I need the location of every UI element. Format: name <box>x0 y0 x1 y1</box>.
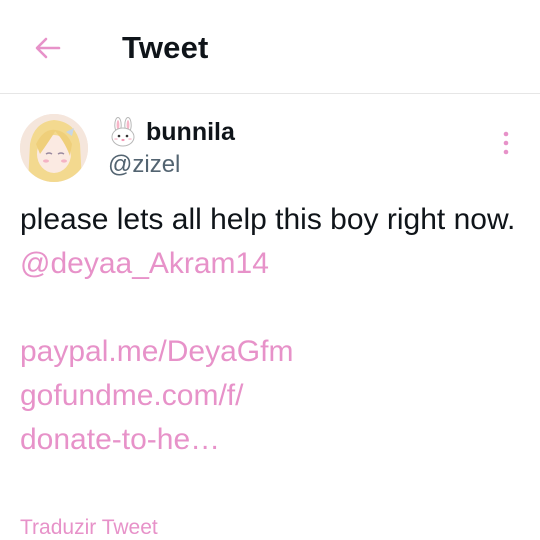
top-bar: Tweet <box>0 0 540 94</box>
tweet-body: please lets all help this boy right now.… <box>20 198 525 462</box>
paypal-link[interactable]: paypal.me/DeyaGfm <box>20 330 525 374</box>
avatar[interactable] <box>20 114 88 182</box>
more-vertical-icon <box>503 131 509 155</box>
display-name-row: bunnila <box>108 115 235 149</box>
translate-tweet-link[interactable]: Traduzir Tweet <box>20 516 158 540</box>
more-options-button[interactable] <box>494 128 518 158</box>
rabbit-face-icon <box>111 117 135 147</box>
display-name: bunnila <box>146 117 235 146</box>
arrow-left-icon <box>35 37 61 59</box>
author-block[interactable]: bunnila @zizel <box>108 115 235 179</box>
gofundme-link-line-2[interactable]: donate-to-he… <box>20 418 525 462</box>
gofundme-link-line-1[interactable]: gofundme.com/f/ <box>20 374 525 418</box>
tweet-text-line: please lets all help this boy right now. <box>20 203 516 236</box>
back-button[interactable] <box>28 28 68 68</box>
user-handle: @zizel <box>108 151 181 178</box>
avatar-image <box>20 114 88 182</box>
page-title: Tweet <box>122 30 209 65</box>
mention-link[interactable]: @deyaa_Akram14 <box>20 242 525 286</box>
